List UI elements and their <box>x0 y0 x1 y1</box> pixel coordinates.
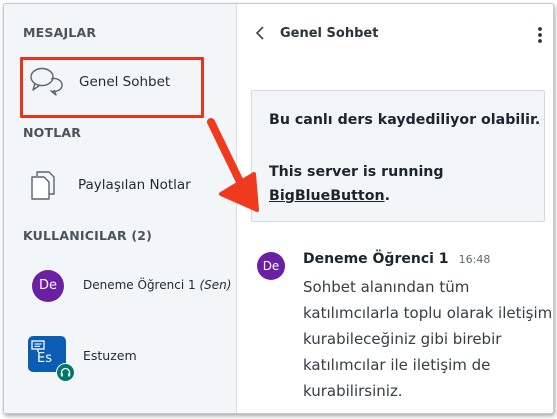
self-tag: (Sen) <box>199 278 232 292</box>
users-section-title: KULLANICILAR (2) <box>23 228 153 243</box>
avatar: De <box>32 270 64 302</box>
user-name: Deneme Öğrenci 1 (Sen) <box>83 278 231 292</box>
user-name-text: Deneme Öğrenci 1 <box>83 278 196 292</box>
notice-recording-text: Bu canlı ders kaydediliyor olabilir. <box>269 112 541 128</box>
message-time: 16:48 <box>458 253 491 266</box>
message-line: kurabileceğiniz gibi birebir <box>303 330 502 348</box>
more-options-icon[interactable] <box>537 26 543 48</box>
message-line: Sohbet alanından tüm <box>303 278 470 296</box>
notes-section-title: NOTLAR <box>23 125 82 140</box>
shared-notes-label: Paylaşılan Notlar <box>78 177 191 193</box>
message-header: Deneme Öğrenci 1 16:48 <box>303 248 490 267</box>
avatar-initials: Es <box>37 351 52 366</box>
back-chevron-icon[interactable] <box>254 25 266 45</box>
message-line: katılımcılarla toplu olarak iletişim <box>303 304 553 322</box>
message-line: katılımcılar ile iletişim de <box>303 356 491 374</box>
chat-title: Genel Sohbet <box>280 26 379 41</box>
user-list-item[interactable]: De Deneme Öğrenci 1 (Sen) <box>22 268 232 304</box>
messages-section-title: MESAJLAR <box>23 25 97 40</box>
highlight-box <box>20 57 204 118</box>
user-name: Estuzem <box>83 348 137 363</box>
app-window: MESAJLAR Genel Sohbet NOTLAR Paylaşılan … <box>3 3 554 414</box>
avatar: De <box>257 252 285 280</box>
headset-icon <box>56 363 75 382</box>
notes-icon <box>30 170 56 204</box>
user-list-item[interactable]: Es Estuzem <box>22 330 222 382</box>
message-author: Deneme Öğrenci 1 <box>303 251 449 267</box>
annotation-arrow <box>207 118 259 212</box>
notice-period: . <box>384 188 390 204</box>
message-line: kurabilirsiniz. <box>303 382 403 400</box>
shared-notes-item[interactable]: Paylaşılan Notlar <box>22 164 222 204</box>
